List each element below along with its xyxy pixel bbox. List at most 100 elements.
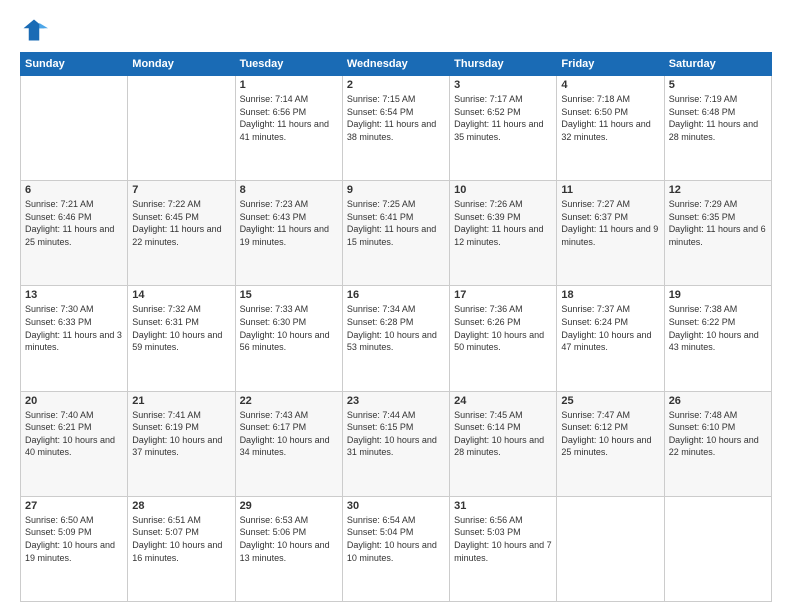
day-info: Sunrise: 6:56 AM Sunset: 5:03 PM Dayligh… <box>454 514 552 564</box>
day-number: 23 <box>347 395 445 407</box>
calendar-cell: 3 Sunrise: 7:17 AM Sunset: 6:52 PM Daylig… <box>450 76 557 181</box>
day-info: Sunrise: 7:47 AM Sunset: 6:12 PM Dayligh… <box>561 409 659 459</box>
calendar-cell: 17 Sunrise: 7:36 AM Sunset: 6:26 PM Dayli… <box>450 286 557 391</box>
calendar-week-3: 20Sunrise: 7:40 AM Sunset: 6:21 PM Dayli… <box>21 391 772 496</box>
day-number: 5 <box>669 79 767 91</box>
calendar-cell: 10Sunrise: 7:26 AM Sunset: 6:39 PM Dayli… <box>450 181 557 286</box>
col-header-thursday: Thursday <box>450 53 557 76</box>
logo-icon <box>20 16 48 44</box>
day-info: Sunrise: 7:32 AM Sunset: 6:31 PM Dayligh… <box>132 303 230 353</box>
calendar-cell: 5 Sunrise: 7:19 AM Sunset: 6:48 PM Daylig… <box>664 76 771 181</box>
calendar-cell: 30 Sunrise: 6:54 AM Sunset: 5:04 PM Dayli… <box>342 496 449 601</box>
day-number: 9 <box>347 184 445 196</box>
day-info: Sunrise: 6:50 AM Sunset: 5:09 PM Dayligh… <box>25 514 123 564</box>
calendar-cell: 2 Sunrise: 7:15 AM Sunset: 6:54 PM Daylig… <box>342 76 449 181</box>
calendar-week-1: 6Sunrise: 7:21 AM Sunset: 6:46 PM Daylig… <box>21 181 772 286</box>
calendar-cell: 9 Sunrise: 7:25 AM Sunset: 6:41 PM Daylig… <box>342 181 449 286</box>
day-info: Sunrise: 7:14 AM Sunset: 6:56 PM Dayligh… <box>240 93 338 143</box>
day-info: Sunrise: 6:51 AM Sunset: 5:07 PM Dayligh… <box>132 514 230 564</box>
calendar-cell: 12 Sunrise: 7:29 AM Sunset: 6:35 PM Dayli… <box>664 181 771 286</box>
day-number: 27 <box>25 500 123 512</box>
day-number: 31 <box>454 500 552 512</box>
calendar-cell: 27 Sunrise: 6:50 AM Sunset: 5:09 PM Dayli… <box>21 496 128 601</box>
day-number: 28 <box>132 500 230 512</box>
calendar-cell: 13Sunrise: 7:30 AM Sunset: 6:33 PM Dayli… <box>21 286 128 391</box>
calendar-cell <box>21 76 128 181</box>
day-number: 19 <box>669 289 767 301</box>
day-number: 12 <box>669 184 767 196</box>
day-number: 18 <box>561 289 659 301</box>
day-info: Sunrise: 7:23 AM Sunset: 6:43 PM Dayligh… <box>240 198 338 248</box>
calendar-cell: 29 Sunrise: 6:53 AM Sunset: 5:06 PM Dayli… <box>235 496 342 601</box>
calendar-cell: 31 Sunrise: 6:56 AM Sunset: 5:03 PM Dayli… <box>450 496 557 601</box>
calendar-cell: 23 Sunrise: 7:44 AM Sunset: 6:15 PM Dayli… <box>342 391 449 496</box>
day-info: Sunrise: 7:36 AM Sunset: 6:26 PM Dayligh… <box>454 303 552 353</box>
day-number: 8 <box>240 184 338 196</box>
day-number: 11 <box>561 184 659 196</box>
day-number: 16 <box>347 289 445 301</box>
calendar-week-2: 13Sunrise: 7:30 AM Sunset: 6:33 PM Dayli… <box>21 286 772 391</box>
day-info: Sunrise: 7:41 AM Sunset: 6:19 PM Dayligh… <box>132 409 230 459</box>
day-number: 20 <box>25 395 123 407</box>
day-info: Sunrise: 7:45 AM Sunset: 6:14 PM Dayligh… <box>454 409 552 459</box>
day-info: Sunrise: 7:27 AM Sunset: 6:37 PM Dayligh… <box>561 198 659 248</box>
calendar-cell: 16Sunrise: 7:34 AM Sunset: 6:28 PM Dayli… <box>342 286 449 391</box>
day-info: Sunrise: 7:18 AM Sunset: 6:50 PM Dayligh… <box>561 93 659 143</box>
calendar-cell: 28 Sunrise: 6:51 AM Sunset: 5:07 PM Dayli… <box>128 496 235 601</box>
day-info: Sunrise: 7:43 AM Sunset: 6:17 PM Dayligh… <box>240 409 338 459</box>
col-header-saturday: Saturday <box>664 53 771 76</box>
day-number: 4 <box>561 79 659 91</box>
col-header-friday: Friday <box>557 53 664 76</box>
day-info: Sunrise: 6:53 AM Sunset: 5:06 PM Dayligh… <box>240 514 338 564</box>
calendar-header-row: SundayMondayTuesdayWednesdayThursdayFrid… <box>21 53 772 76</box>
calendar-cell: 4 Sunrise: 7:18 AM Sunset: 6:50 PM Daylig… <box>557 76 664 181</box>
calendar-cell: 15 Sunrise: 7:33 AM Sunset: 6:30 PM Dayli… <box>235 286 342 391</box>
day-info: Sunrise: 7:29 AM Sunset: 6:35 PM Dayligh… <box>669 198 767 248</box>
day-number: 2 <box>347 79 445 91</box>
calendar-cell: 18Sunrise: 7:37 AM Sunset: 6:24 PM Dayli… <box>557 286 664 391</box>
calendar-cell: 6Sunrise: 7:21 AM Sunset: 6:46 PM Daylig… <box>21 181 128 286</box>
day-info: Sunrise: 7:38 AM Sunset: 6:22 PM Dayligh… <box>669 303 767 353</box>
day-number: 7 <box>132 184 230 196</box>
col-header-wednesday: Wednesday <box>342 53 449 76</box>
day-info: Sunrise: 7:44 AM Sunset: 6:15 PM Dayligh… <box>347 409 445 459</box>
day-info: Sunrise: 7:48 AM Sunset: 6:10 PM Dayligh… <box>669 409 767 459</box>
calendar-cell <box>128 76 235 181</box>
day-number: 17 <box>454 289 552 301</box>
col-header-monday: Monday <box>128 53 235 76</box>
calendar-cell <box>664 496 771 601</box>
day-number: 3 <box>454 79 552 91</box>
day-info: Sunrise: 7:33 AM Sunset: 6:30 PM Dayligh… <box>240 303 338 353</box>
day-info: Sunrise: 7:19 AM Sunset: 6:48 PM Dayligh… <box>669 93 767 143</box>
page: SundayMondayTuesdayWednesdayThursdayFrid… <box>0 0 792 612</box>
calendar-cell: 22Sunrise: 7:43 AM Sunset: 6:17 PM Dayli… <box>235 391 342 496</box>
calendar-cell: 26 Sunrise: 7:48 AM Sunset: 6:10 PM Dayli… <box>664 391 771 496</box>
calendar-week-4: 27 Sunrise: 6:50 AM Sunset: 5:09 PM Dayli… <box>21 496 772 601</box>
calendar-table: SundayMondayTuesdayWednesdayThursdayFrid… <box>20 52 772 602</box>
col-header-sunday: Sunday <box>21 53 128 76</box>
calendar-cell: 8 Sunrise: 7:23 AM Sunset: 6:43 PM Daylig… <box>235 181 342 286</box>
day-info: Sunrise: 7:25 AM Sunset: 6:41 PM Dayligh… <box>347 198 445 248</box>
day-number: 6 <box>25 184 123 196</box>
day-info: Sunrise: 6:54 AM Sunset: 5:04 PM Dayligh… <box>347 514 445 564</box>
day-info: Sunrise: 7:26 AM Sunset: 6:39 PM Dayligh… <box>454 198 552 248</box>
calendar-cell: 20Sunrise: 7:40 AM Sunset: 6:21 PM Dayli… <box>21 391 128 496</box>
day-info: Sunrise: 7:30 AM Sunset: 6:33 PM Dayligh… <box>25 303 123 353</box>
day-number: 15 <box>240 289 338 301</box>
day-number: 21 <box>132 395 230 407</box>
calendar-cell: 1Sunrise: 7:14 AM Sunset: 6:56 PM Daylig… <box>235 76 342 181</box>
calendar-week-0: 1Sunrise: 7:14 AM Sunset: 6:56 PM Daylig… <box>21 76 772 181</box>
day-info: Sunrise: 7:15 AM Sunset: 6:54 PM Dayligh… <box>347 93 445 143</box>
day-number: 26 <box>669 395 767 407</box>
day-info: Sunrise: 7:22 AM Sunset: 6:45 PM Dayligh… <box>132 198 230 248</box>
col-header-tuesday: Tuesday <box>235 53 342 76</box>
day-number: 30 <box>347 500 445 512</box>
calendar-cell: 24Sunrise: 7:45 AM Sunset: 6:14 PM Dayli… <box>450 391 557 496</box>
calendar-cell <box>557 496 664 601</box>
calendar-cell: 14Sunrise: 7:32 AM Sunset: 6:31 PM Dayli… <box>128 286 235 391</box>
logo <box>20 16 52 44</box>
day-info: Sunrise: 7:17 AM Sunset: 6:52 PM Dayligh… <box>454 93 552 143</box>
calendar-cell: 11 Sunrise: 7:27 AM Sunset: 6:37 PM Dayli… <box>557 181 664 286</box>
day-number: 29 <box>240 500 338 512</box>
calendar-cell: 21 Sunrise: 7:41 AM Sunset: 6:19 PM Dayli… <box>128 391 235 496</box>
